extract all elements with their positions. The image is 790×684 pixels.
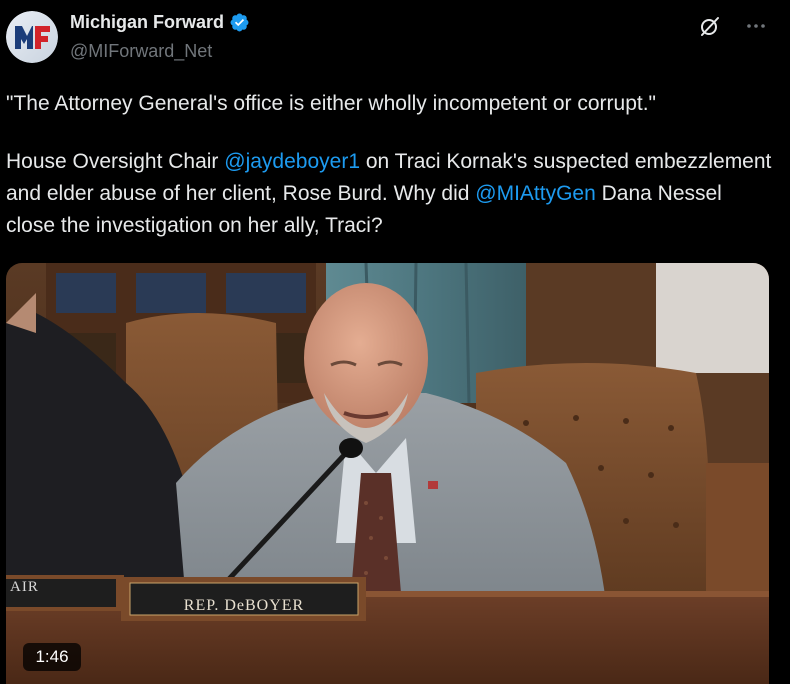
avatar[interactable]: [6, 11, 58, 63]
grok-button[interactable]: [696, 12, 724, 40]
tweet-quote: "The Attorney General's office is either…: [6, 92, 657, 115]
mention-link[interactable]: @MIAttyGen: [475, 182, 596, 205]
author-handle[interactable]: @MIForward_Net: [70, 41, 212, 62]
video-duration-badge: 1:46: [23, 643, 81, 671]
mention-link[interactable]: @jaydeboyer1: [224, 150, 360, 173]
author-display-name[interactable]: Michigan Forward: [70, 12, 224, 33]
video-player[interactable]: [6, 263, 769, 684]
tweet-text: "The Attorney General's office is either…: [6, 88, 776, 242]
verified-icon: [230, 13, 249, 32]
left-nameplate-text: AIR: [10, 579, 39, 595]
tweet-body: House Oversight Chair @jaydeboyer1 on Tr…: [6, 146, 776, 242]
grok-icon: [701, 17, 719, 36]
more-button[interactable]: [742, 12, 770, 40]
nameplate-text: REP. DeBOYER: [183, 597, 305, 614]
more-icon: [747, 24, 765, 28]
tweet-text-segment: House Oversight Chair: [6, 150, 225, 173]
michigan-forward-logo: [6, 11, 58, 63]
video-frame: [6, 263, 769, 684]
